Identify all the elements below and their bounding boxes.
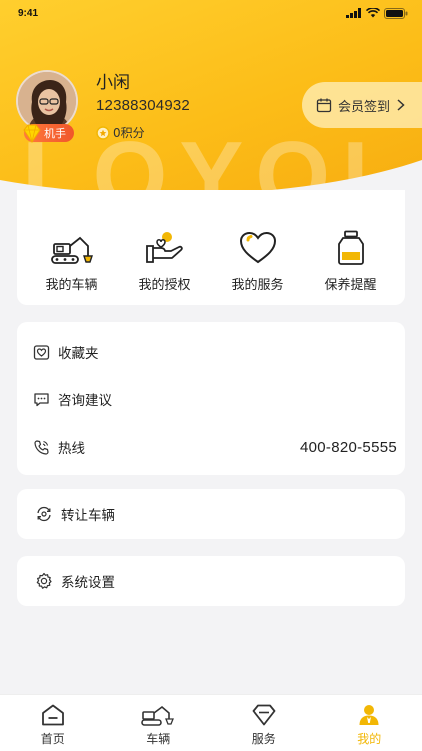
bottom-tab-bar: 首页 车辆 服务 我的: [0, 694, 422, 751]
calendar-icon: [316, 98, 332, 113]
level-text: 机手: [44, 127, 66, 140]
quick-action-label: 保养提醒: [324, 278, 377, 293]
menu-item-feedback[interactable]: 咨询建议: [33, 384, 397, 414]
quick-action-label: 我的服务: [231, 278, 284, 293]
level-badge: 机手: [23, 124, 74, 143]
chat-icon: [34, 392, 49, 406]
diamond-icon: [252, 704, 276, 726]
favorites-icon: [33, 344, 50, 360]
menu-item-label: 热线: [58, 441, 85, 457]
status-bar: 9:41: [0, 0, 422, 26]
menu-item-label: 咨询建议: [58, 393, 112, 409]
menu-item-label: 收藏夹: [58, 346, 99, 362]
excavator-icon: [50, 236, 93, 264]
heart-icon: [239, 231, 276, 264]
transfer-icon: [37, 506, 51, 522]
signin-button[interactable]: 会员签到: [302, 82, 422, 128]
coin-icon: [96, 125, 110, 140]
quick-actions-card: 我的车辆 我的授权 我的服务 保养提醒: [17, 190, 405, 305]
menu-item-favorites[interactable]: 收藏夹: [33, 337, 397, 367]
points-text: 0积分: [113, 126, 145, 140]
tab-label: 首页: [40, 732, 65, 746]
gear-icon: [36, 572, 52, 589]
chevron-right-icon: [397, 99, 405, 111]
hand-heart-icon: [145, 232, 183, 263]
user-name: 小闲: [96, 73, 130, 93]
status-icons: [346, 7, 408, 19]
tab-label: 我的: [357, 732, 382, 746]
transfer-vehicle-label: 转让车辆: [61, 508, 115, 524]
wifi-icon: [366, 8, 380, 18]
oil-bottle-icon: [337, 230, 364, 265]
quick-action-maintenance-reminder[interactable]: 保养提醒: [306, 190, 396, 305]
menu-item-hotline[interactable]: 热线 400-820-5555: [33, 432, 397, 462]
tab-mine[interactable]: 我的: [329, 695, 409, 751]
transfer-vehicle-item[interactable]: 转让车辆: [17, 489, 405, 539]
menu-list-card: 收藏夹 咨询建议 热线 400-820-5555: [17, 322, 405, 475]
quick-action-label: 我的授权: [138, 278, 191, 293]
home-icon: [41, 704, 64, 726]
status-time: 9:41: [18, 7, 39, 19]
phone-icon: [34, 439, 49, 455]
tab-label: 服务: [251, 732, 276, 746]
diamond-badge-icon: [23, 124, 41, 143]
quick-action-my-authorization[interactable]: 我的授权: [120, 190, 210, 305]
quick-action-label: 我的车辆: [45, 278, 98, 293]
signin-label: 会员签到: [338, 99, 391, 115]
hotline-number[interactable]: 400-820-5555: [300, 439, 397, 456]
system-settings-label: 系统设置: [61, 575, 115, 591]
user-icon: [359, 705, 379, 725]
signal-icon: [346, 8, 361, 18]
points-display[interactable]: 0积分: [96, 124, 145, 141]
quick-action-my-vehicles[interactable]: 我的车辆: [27, 190, 117, 305]
quick-action-my-services[interactable]: 我的服务: [213, 190, 303, 305]
tab-home[interactable]: 首页: [13, 695, 93, 751]
user-phone: 12388304932: [96, 97, 190, 114]
tab-label: 车辆: [146, 732, 171, 746]
system-settings-item[interactable]: 系统设置: [17, 556, 405, 606]
tab-services[interactable]: 服务: [224, 695, 304, 751]
excavator-icon: [141, 705, 175, 726]
tab-vehicles[interactable]: 车辆: [118, 695, 198, 751]
battery-icon: [384, 7, 408, 19]
